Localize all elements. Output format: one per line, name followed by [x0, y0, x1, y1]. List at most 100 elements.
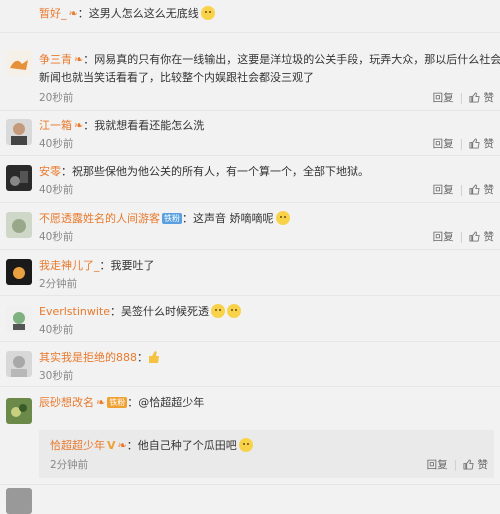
- comment-time: 40秒前: [39, 138, 74, 150]
- avatar-image-icon: [6, 259, 32, 285]
- comment-text: ：网易真的只有你在一线输出，这要是洋垃圾的公关手段，玩弄大众，那以后什么社会: [83, 53, 500, 66]
- comment-actions: 回复 | 赞: [433, 138, 494, 151]
- divider: [0, 249, 500, 250]
- comment-text: ：我就想看看还能怎么洗: [83, 119, 205, 132]
- divider: [0, 386, 500, 387]
- commenter-name[interactable]: 不愿透露姓名的人间游客: [39, 212, 160, 225]
- avatar-image-icon: [6, 351, 32, 377]
- reply-button[interactable]: 回复: [433, 92, 454, 104]
- comment-list: 暂好_ ❧：这男人怎么这么无底线 争三青 ❧：网易真的只有你在一线输出，这要是洋垃圾…: [0, 0, 500, 514]
- commenter-name[interactable]: 江一箱: [39, 119, 72, 132]
- reply-button[interactable]: 回复: [427, 459, 448, 471]
- reply-box: 恰超超少年 V ❧：他自己种了个瓜田吧 2分钟前 回复 | 赞: [39, 430, 494, 478]
- divider: [0, 484, 500, 485]
- reply-text: ：他自己种了个瓜田吧: [126, 439, 237, 452]
- commenter-name[interactable]: 暂好_: [39, 7, 67, 20]
- replier-name[interactable]: 恰超超少年: [50, 439, 105, 452]
- fan-badge: 铁粉: [107, 397, 128, 408]
- comment-text: ：吴签什么时候死透: [110, 305, 210, 318]
- avatar[interactable]: [6, 259, 32, 285]
- divider: [0, 155, 500, 156]
- comment-time: 20秒前: [39, 92, 74, 104]
- commenter-name[interactable]: 安零: [39, 165, 61, 178]
- avatar[interactable]: [6, 212, 32, 238]
- comment-line: Everlstinwite：吴签什么时候死透: [39, 304, 242, 319]
- divider: [0, 202, 500, 203]
- avatar-image-icon: [6, 398, 32, 424]
- comment-line: 江一箱 ❧：我就想看看还能怎么洗: [39, 119, 204, 133]
- comment-line: 我走神儿了_：我要吐了: [39, 259, 155, 273]
- avatar-image-icon: [6, 119, 32, 145]
- action-separator: |: [459, 138, 464, 150]
- verified-v-icon: V: [107, 439, 116, 452]
- comment-line: 辰砂想改名 ❧ 铁粉 ：@恰超超少年: [39, 396, 204, 410]
- like-button[interactable]: 赞: [484, 184, 495, 196]
- comment-text: ：这声音 娇嘀嘀呢: [182, 212, 274, 225]
- commenter-name[interactable]: Everlstinwite: [39, 305, 110, 318]
- comment-time: 40秒前: [39, 184, 74, 196]
- comment-text: ：祝那些保他为他公关的所有人，有一个算一个，全部下地狱。: [61, 165, 369, 178]
- emoji-icon: [211, 304, 226, 318]
- thumbs-up-icon[interactable]: [463, 459, 474, 470]
- comment-line: 不愿透露姓名的人间游客 铁粉 ：这声音 娇嘀嘀呢: [39, 211, 290, 226]
- comment-actions: 回复 | 赞: [433, 184, 494, 197]
- comment-actions: 回复 | 赞: [433, 231, 494, 244]
- comment-line: 争三青 ❧：网易真的只有你在一线输出，这要是洋垃圾的公关手段，玩弄大众，那以后什么…: [39, 53, 500, 67]
- like-button[interactable]: 赞: [484, 231, 495, 243]
- like-button[interactable]: 赞: [484, 92, 495, 104]
- action-separator: |: [453, 459, 458, 471]
- comment-time: 2分钟前: [39, 278, 78, 290]
- divider: [0, 110, 500, 111]
- commenter-name[interactable]: 其实我是拒绝的888: [39, 351, 137, 364]
- avatar-image-icon: [6, 50, 32, 76]
- action-separator: |: [459, 184, 464, 196]
- avatar[interactable]: [6, 119, 32, 145]
- verified-badge-icon: ❧: [117, 439, 127, 452]
- comment-text: ：我要吐了: [99, 259, 155, 272]
- emoji-icon: [275, 211, 290, 225]
- avatar[interactable]: [6, 351, 32, 377]
- comment-line: 其实我是拒绝的888：: [39, 350, 160, 365]
- divider: [0, 32, 500, 33]
- avatar[interactable]: [6, 398, 32, 424]
- thumbs-up-icon[interactable]: [469, 138, 480, 149]
- emoji-icon: [227, 304, 242, 318]
- action-separator: |: [459, 231, 464, 243]
- comment-line: 安零：祝那些保他为他公关的所有人，有一个算一个，全部下地狱。: [39, 165, 369, 179]
- reply-button[interactable]: 回复: [433, 231, 454, 243]
- comment-line: 暂好_ ❧：这男人怎么这么无底线: [39, 6, 215, 21]
- comment-text: ：@恰超超少年: [127, 396, 205, 409]
- avatar[interactable]: [6, 50, 32, 76]
- thumbs-up-icon[interactable]: [469, 92, 480, 103]
- avatar-image-icon: [6, 212, 32, 238]
- reply-button[interactable]: 回复: [433, 138, 454, 150]
- thumbs-up-icon[interactable]: [469, 184, 480, 195]
- comment-text: ：: [137, 351, 148, 364]
- emoji-icon: [200, 6, 215, 20]
- commenter-name[interactable]: 我走神儿了_: [39, 259, 100, 272]
- commenter-name[interactable]: 辰砂想改名: [39, 396, 94, 409]
- avatar[interactable]: [6, 165, 32, 191]
- verified-badge-icon: ❧: [74, 53, 84, 66]
- reply-line: 恰超超少年 V ❧：他自己种了个瓜田吧: [50, 438, 253, 453]
- thumbs-up-icon[interactable]: [469, 231, 480, 242]
- comment-line-2: 新闻也就当笑话看看了，比较整个内娱跟社会都没三观了: [39, 71, 314, 85]
- reply-actions: 回复 | 赞: [427, 459, 488, 472]
- comment-actions: 回复 | 赞: [433, 92, 494, 105]
- avatar-image-icon: [6, 165, 32, 191]
- avatar[interactable]: [6, 306, 32, 332]
- comment-text: 新闻也就当笑话看看了，比较整个内娱跟社会都没三观了: [39, 71, 314, 84]
- avatar[interactable]: [6, 488, 32, 514]
- verified-badge-icon: ❧: [96, 396, 106, 409]
- like-button[interactable]: 赞: [478, 459, 489, 471]
- reply-time: 2分钟前: [50, 459, 89, 471]
- reply-button[interactable]: 回复: [433, 184, 454, 196]
- thumbs-up-emoji-icon: [149, 351, 159, 363]
- verified-badge-icon: ❧: [68, 7, 78, 20]
- emoji-icon: [238, 438, 253, 452]
- avatar-image-icon: [6, 306, 32, 332]
- like-button[interactable]: 赞: [484, 138, 495, 150]
- comment-text: ：这男人怎么这么无底线: [77, 7, 199, 20]
- commenter-name[interactable]: 争三青: [39, 53, 72, 66]
- comment-time: 40秒前: [39, 231, 74, 243]
